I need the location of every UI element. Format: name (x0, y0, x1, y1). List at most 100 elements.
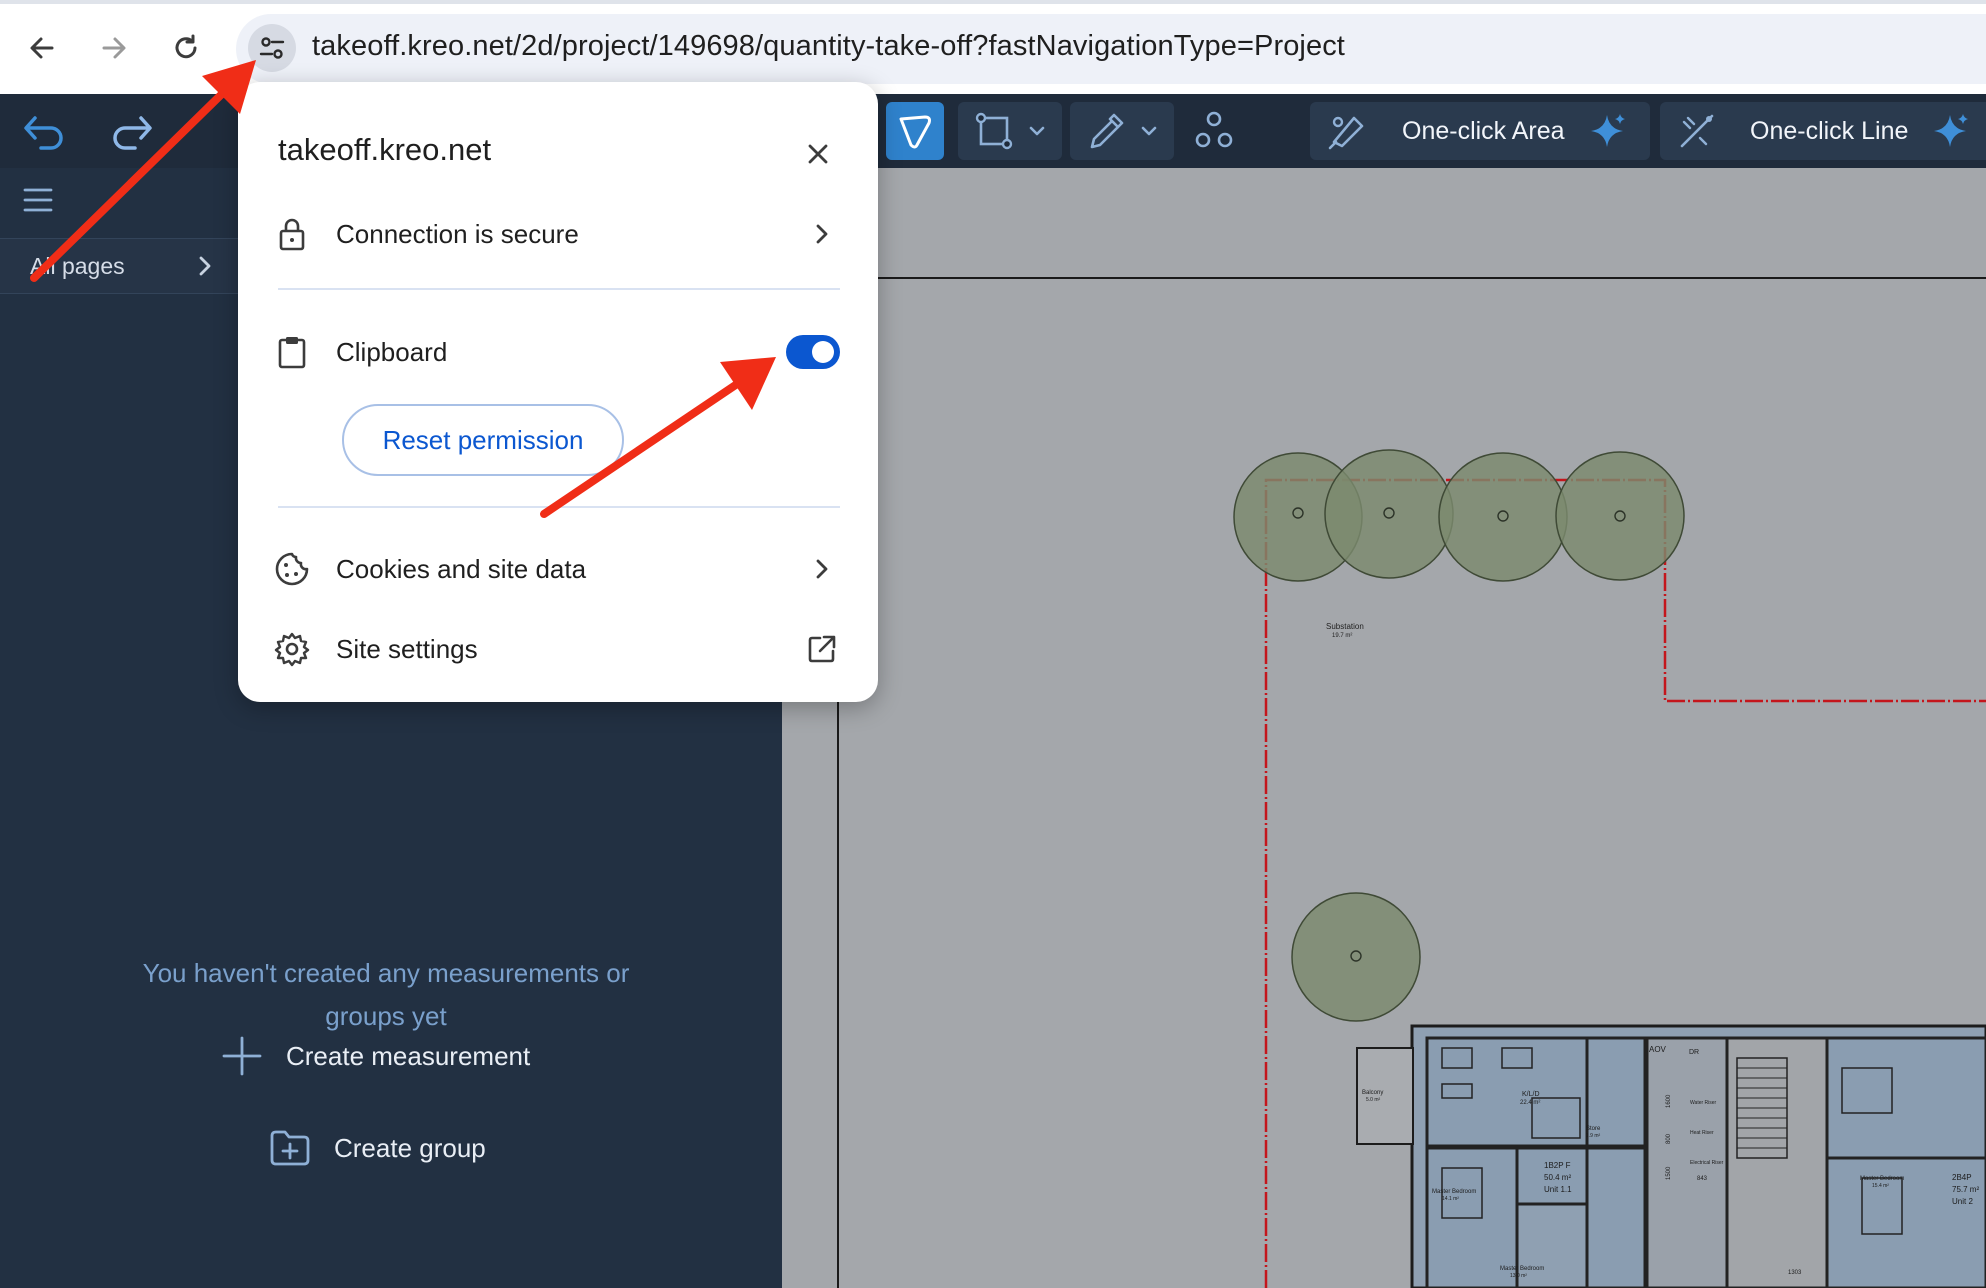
reload-button[interactable] (162, 24, 210, 72)
site-settings-label: Site settings (336, 633, 478, 664)
create-group-label: Create group (334, 1132, 486, 1163)
polygon-select-tool[interactable] (886, 102, 944, 160)
divider (278, 506, 840, 508)
dim-800: 800 (1666, 1133, 1672, 1144)
gear-icon (274, 631, 310, 667)
one-click-area-icon (1328, 116, 1364, 150)
browser-top-edge (0, 0, 1986, 4)
kld-label: K/L/D (1522, 1091, 1540, 1098)
unit-2-id: Unit 2 (1952, 1197, 1973, 1206)
store-area: 1.9 m² (1586, 1133, 1601, 1139)
empty-state-message: You haven't created any measurements or … (142, 958, 630, 1031)
site-settings-row[interactable]: Site settings (274, 621, 842, 677)
sparkle-icon (1590, 114, 1625, 147)
redo-button[interactable] (106, 110, 158, 154)
undo-button[interactable] (18, 110, 70, 154)
one-click-line-label: One-click Line (1750, 116, 1909, 145)
site-info-button[interactable] (248, 24, 296, 72)
dim-1500: 1500 (1666, 1166, 1672, 1180)
dropper-tool[interactable] (1070, 102, 1174, 160)
one-click-line-tool[interactable]: One-click Line (1660, 102, 1986, 160)
master-bedroom-3-area: 15.4 m² (1872, 1183, 1889, 1189)
count-tool[interactable] (1182, 102, 1246, 160)
drawing-canvas[interactable]: Substation 19.7 m² Balcony 5.0 m² K/L/D … (782, 168, 1986, 1288)
forward-button[interactable] (90, 24, 138, 72)
chevron-right-icon (194, 253, 216, 284)
create-measurement-label: Create measurement (286, 1040, 531, 1071)
chevron-right-icon (802, 549, 842, 589)
area-tool[interactable] (958, 102, 1062, 160)
plus-icon (222, 1036, 262, 1076)
master-bedroom-area: 14.1 m² (1442, 1196, 1459, 1202)
redo-icon (113, 116, 152, 150)
substation-label: Substation (1326, 622, 1364, 631)
count-points-icon (1195, 111, 1233, 148)
heat-riser-label: Heat Riser (1690, 1130, 1714, 1136)
master-bedroom-label: Master Bedroom (1432, 1189, 1476, 1195)
close-button[interactable] (798, 134, 838, 174)
chevron-right-icon (802, 214, 842, 254)
cookies-row[interactable]: Cookies and site data (274, 541, 842, 597)
balcony-label: Balcony (1362, 1090, 1383, 1096)
chevron-down-icon (1141, 126, 1157, 136)
dr-label: DR (1689, 1049, 1699, 1056)
url-text[interactable]: takeoff.kreo.net/2d/project/149698/quant… (312, 30, 1345, 63)
create-measurement-button[interactable]: Create measurement (220, 1034, 530, 1078)
master-bedroom-2-area: 13.0 m² (1510, 1273, 1527, 1279)
one-click-area-tool[interactable]: One-click Area (1310, 102, 1650, 160)
store-label: Store (1586, 1126, 1601, 1132)
clipboard-toggle[interactable] (786, 335, 840, 369)
menu-button[interactable] (18, 180, 58, 220)
undo-icon (24, 116, 63, 150)
unit-2-type-label: 2B4P (1952, 1173, 1972, 1182)
create-group-button[interactable]: Create group (268, 1126, 486, 1170)
tune-icon (259, 37, 285, 59)
popup-site-title: takeoff.kreo.net (278, 132, 492, 167)
clipboard-row: Clipboard (274, 324, 764, 380)
all-pages-label: All pages (30, 253, 125, 279)
unit-area: 50.4 m² (1544, 1173, 1571, 1182)
substation-area: 19.7 m² (1332, 633, 1352, 639)
balcony-area: 5.0 m² (1366, 1097, 1381, 1103)
water-riser-label: Water Riser (1690, 1100, 1717, 1106)
connection-label: Connection is secure (336, 218, 579, 249)
toggle-knob (812, 341, 834, 363)
unit-2-area: 75.7 m² (1952, 1185, 1979, 1194)
dim-1600: 1600 (1666, 1094, 1672, 1108)
area-icon (975, 112, 1013, 150)
divider (278, 288, 840, 290)
connection-row[interactable]: Connection is secure (274, 206, 842, 262)
close-icon (808, 144, 828, 164)
arrow-left-icon (30, 37, 54, 59)
unit-id: Unit 1.1 (1544, 1185, 1572, 1194)
polygon-pointer-icon (899, 115, 931, 149)
site-info-popup: takeoff.kreo.net Connection is secure Cl… (238, 82, 878, 702)
clipboard-label: Clipboard (336, 336, 448, 367)
hamburger-icon (23, 188, 53, 212)
floor-plan (1356, 1024, 1986, 1288)
folder-plus-icon (270, 1130, 310, 1166)
kld-area: 22.4 m² (1520, 1100, 1540, 1106)
open-in-new-icon (802, 629, 842, 669)
master-bedroom-3-label: Master Bedroom (1860, 1176, 1904, 1182)
all-pages-selector[interactable]: All pages (0, 238, 240, 294)
arrow-right-icon (102, 37, 126, 59)
one-click-area-label: One-click Area (1402, 116, 1565, 145)
dim-843: 843 (1697, 1176, 1708, 1182)
reload-icon (175, 34, 197, 59)
one-click-line-icon (1680, 114, 1714, 148)
back-button[interactable] (18, 24, 66, 72)
cookies-label: Cookies and site data (336, 553, 587, 584)
dim-1303: 1303 (1788, 1270, 1802, 1276)
cookie-icon (274, 551, 310, 587)
eyedropper-icon (1090, 113, 1124, 149)
sparkle-icon (1934, 114, 1969, 147)
aov-label: AOV (1649, 1045, 1667, 1054)
drawing-toolbar: One-click Area One-click Line (782, 94, 1986, 168)
unit-type-label: 1B2P F (1544, 1161, 1571, 1170)
reset-permission-button[interactable]: Reset permission (342, 404, 624, 476)
browser-toolbar: takeoff.kreo.net/2d/project/149698/quant… (0, 0, 1986, 94)
lock-icon (274, 216, 310, 252)
clipboard-icon (274, 334, 310, 370)
master-bedroom-2-label: Master Bedroom (1500, 1266, 1544, 1272)
